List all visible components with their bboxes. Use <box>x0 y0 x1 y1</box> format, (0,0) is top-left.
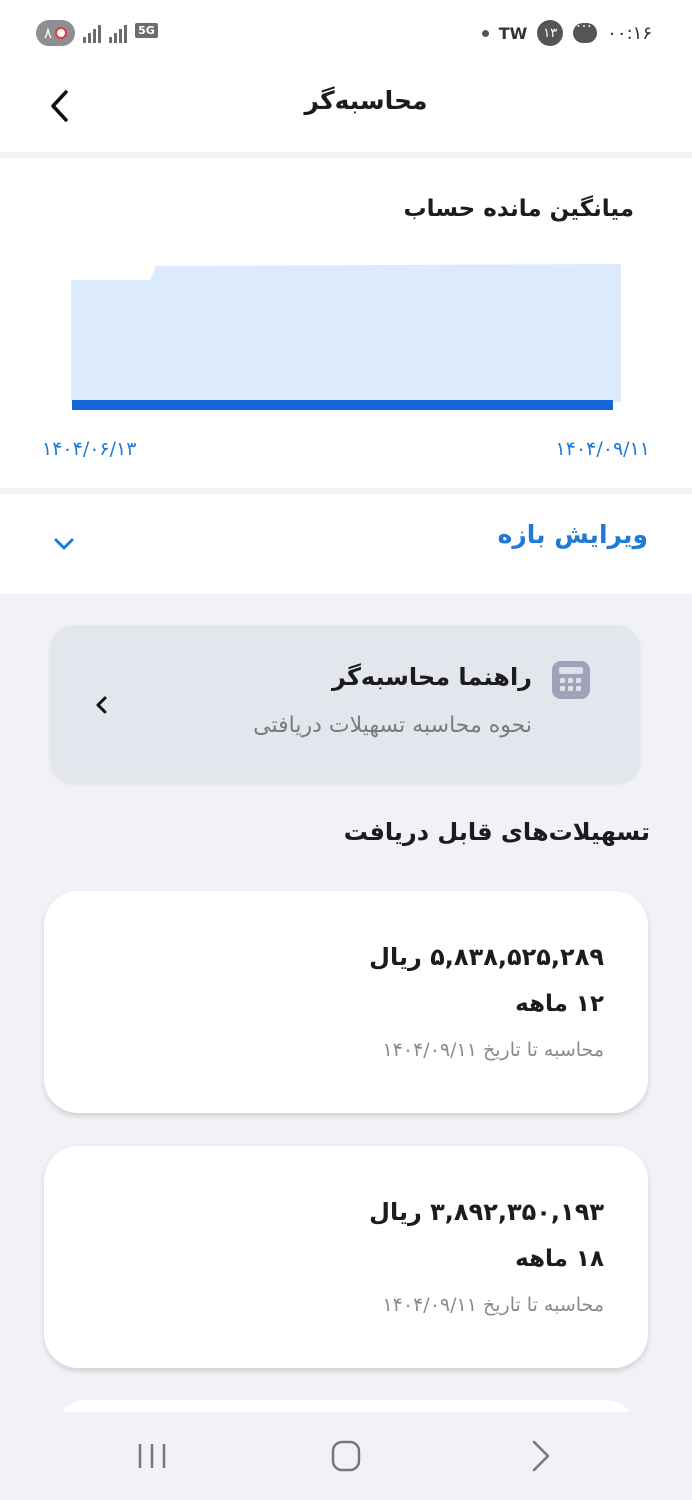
guide-title: راهنما محاسبه‌گر <box>332 663 532 691</box>
edit-range-row[interactable]: ویرایش بازه <box>0 494 692 594</box>
chart-area-fill <box>71 264 621 402</box>
facility-amount: ۳,۸۹۲,۳۵۰,۱۹۳ ریال <box>369 1198 604 1226</box>
system-nav-bar <box>0 1412 692 1500</box>
calculator-icon <box>552 661 590 699</box>
edit-range-label[interactable]: ویرایش بازه <box>498 520 648 549</box>
facility-amount: ۵,۸۳۸,۵۲۵,۲۸۹ ریال <box>369 943 604 971</box>
status-left-group: ۸ 5G <box>36 20 158 46</box>
chevron-left-icon[interactable] <box>88 691 116 719</box>
facility-card[interactable]: ۳,۸۹۲,۳۵۰,۱۹۳ ریال ۱۸ ماهه محاسبه تا تار… <box>44 1146 648 1368</box>
chart-end-date: ۱۴۰۴/۰۹/۱۱ <box>555 438 650 460</box>
home-icon[interactable] <box>324 1436 368 1476</box>
guide-subtitle: نحوه محاسبه تسهیلات دریافتی <box>253 713 532 738</box>
facility-date-note: محاسبه تا تاریخ ۱۴۰۴/۰۹/۱۱ <box>382 1294 604 1316</box>
chart-baseline <box>72 400 613 410</box>
dot-icon <box>481 29 489 37</box>
calculator-guide-card[interactable]: راهنما محاسبه‌گر نحوه محاسبه تسهیلات دری… <box>50 625 640 782</box>
nav-back-icon[interactable] <box>518 1436 562 1476</box>
status-right-group: TW ۱۳ ۰۰:۱۶ <box>481 19 652 46</box>
facilities-section-title: تسهیلات‌های قابل دریافت <box>343 818 650 846</box>
signal-icon-2 <box>109 23 128 43</box>
network-type: 5G <box>135 22 158 38</box>
balance-chart-card: میانگین مانده حساب ۱۴۰۴/۰۶/۱۳ ۱۴۰۴/۰۹/۱۱ <box>0 158 692 488</box>
facility-card[interactable]: ۵,۸۳۸,۵۲۵,۲۸۹ ریال ۱۲ ماهه محاسبه تا تار… <box>44 891 648 1113</box>
facility-term: ۱۸ ماهه <box>515 1246 604 1272</box>
facility-date-note: محاسبه تا تاریخ ۱۴۰۴/۰۹/۱۱ <box>382 1039 604 1061</box>
carrier-label: TW <box>498 23 528 43</box>
signal-icon <box>83 23 102 43</box>
record-icon <box>55 27 68 39</box>
chart-start-date: ۱۴۰۴/۰۶/۱۳ <box>42 438 137 460</box>
clock: ۰۰:۱۶ <box>607 22 652 44</box>
status-bar: ۸ 5G TW ۱۳ ۰۰:۱۶ <box>0 0 692 64</box>
chevron-down-icon[interactable] <box>48 528 80 560</box>
notification-badge: ۸ <box>36 20 76 46</box>
app-header: محاسبه‌گر <box>0 64 692 152</box>
page-title: محاسبه‌گر <box>304 86 428 115</box>
badge-count: ۸ <box>44 24 53 42</box>
notif-count: ۱۳ <box>537 20 564 46</box>
recents-icon[interactable] <box>130 1436 174 1476</box>
facility-term: ۱۲ ماهه <box>515 991 604 1017</box>
chat-icon <box>573 19 598 43</box>
